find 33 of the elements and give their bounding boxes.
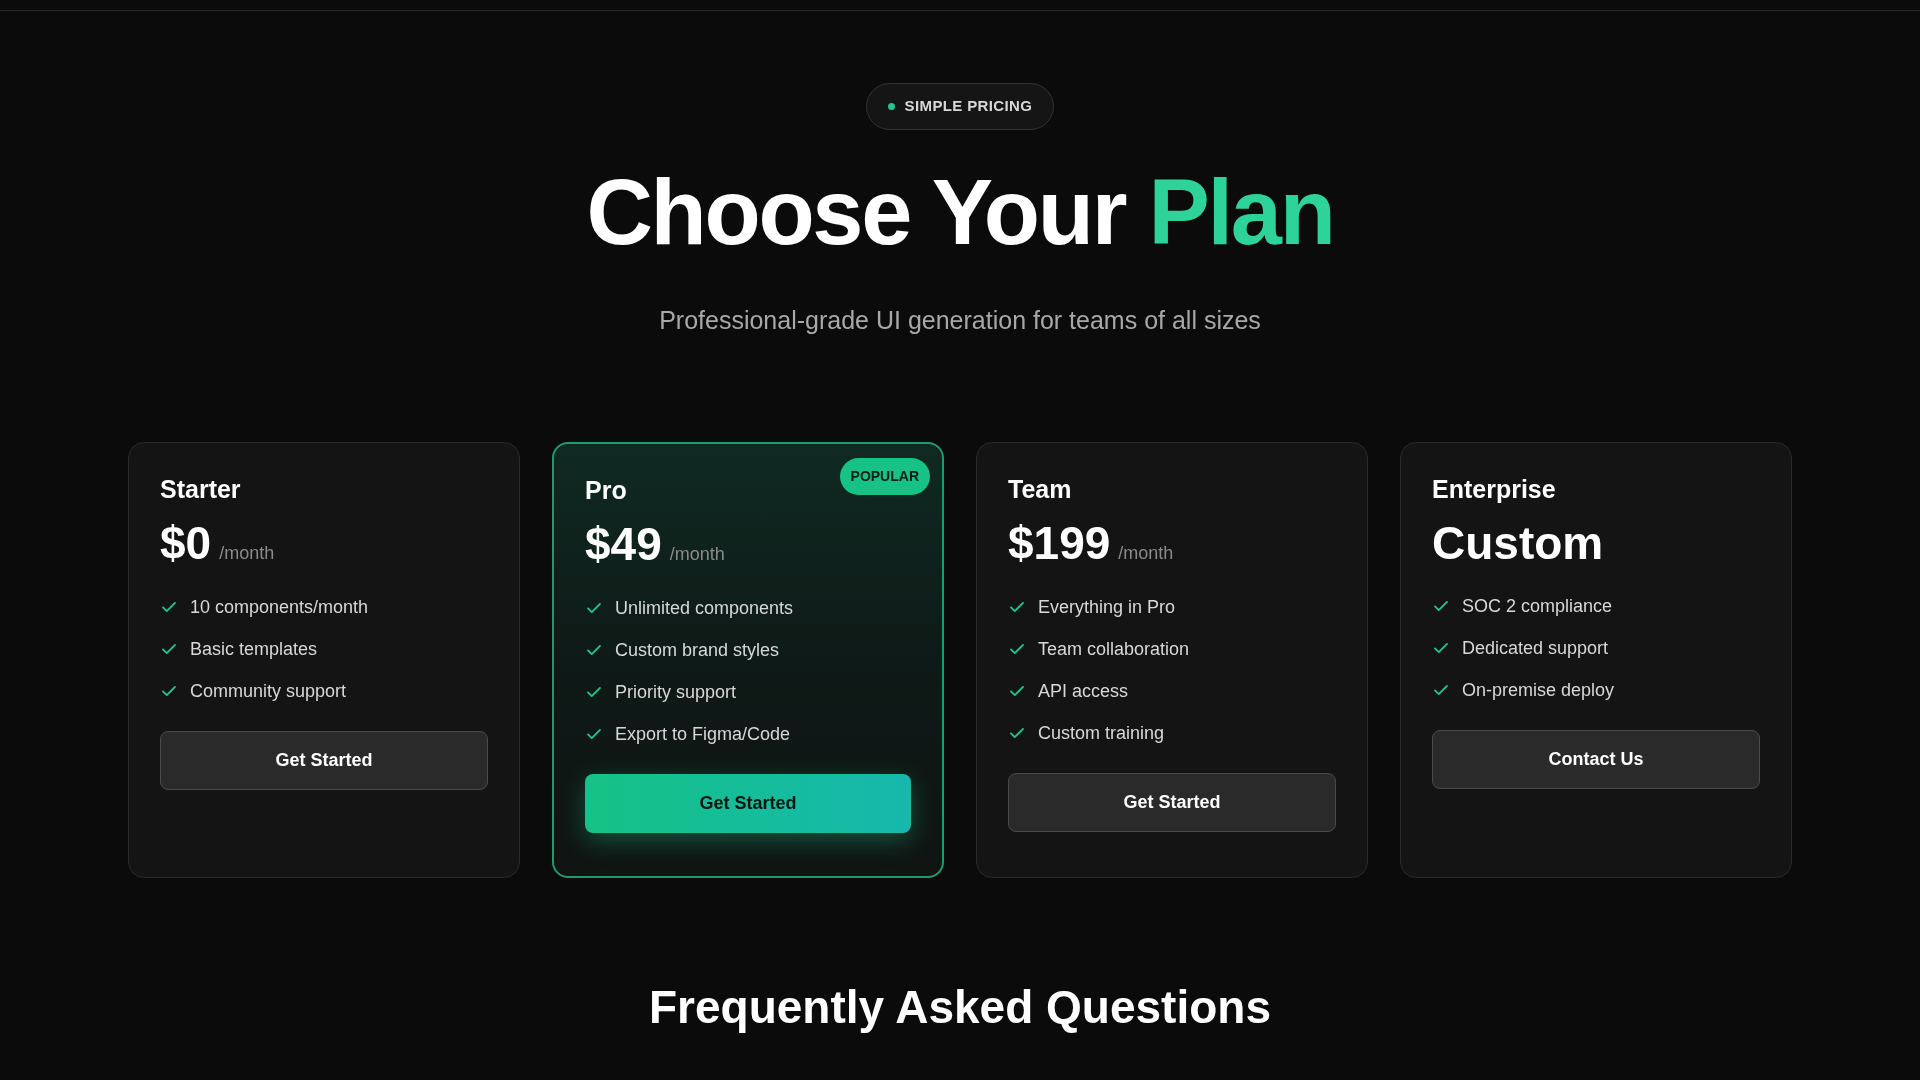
plan-name: Enterprise	[1432, 477, 1557, 502]
feature-text: Custom brand styles	[615, 639, 780, 662]
feature-text: Unlimited components	[615, 597, 794, 620]
get-started-button[interactable]: Get Started	[1008, 773, 1336, 832]
feature-text: Team collaboration	[1038, 638, 1190, 661]
plan-price: $49	[585, 521, 662, 567]
price-period: /month	[669, 543, 725, 566]
plan-name: Starter	[160, 477, 242, 502]
feature-text: Dedicated support	[1462, 637, 1609, 660]
feature-text: 10 components/month	[190, 596, 369, 619]
plan-price: Custom	[1432, 520, 1604, 566]
plan-price: $0	[160, 520, 212, 566]
plan-name: Team	[1008, 477, 1073, 502]
feature-text: Everything in Pro	[1038, 596, 1176, 619]
feature-text: Community support	[190, 680, 347, 703]
plan-price: $199	[1008, 520, 1111, 566]
feature-text: SOC 2 compliance	[1462, 595, 1613, 618]
badge-label: SIMPLE PRICING	[904, 96, 1033, 116]
get-started-button[interactable]: Get Started	[585, 774, 911, 833]
get-started-button[interactable]: Get Started	[160, 731, 488, 790]
feature-text: Basic templates	[190, 638, 318, 661]
feature-text: Export to Figma/Code	[615, 723, 791, 746]
page-heading: Choose Your Plan	[586, 165, 1334, 258]
popular-badge: POPULAR	[839, 458, 930, 495]
feature-text: Custom training	[1038, 722, 1165, 745]
price-period: /month	[1118, 542, 1174, 565]
feature-text: Priority support	[615, 681, 737, 704]
get-started-button[interactable]: Contact Us	[1432, 730, 1760, 789]
plan-name: Pro	[585, 478, 628, 503]
feature-text: On-premise deploy	[1462, 679, 1615, 702]
feature-text: API access	[1038, 680, 1129, 703]
price-period: /month	[219, 542, 275, 565]
subtitle: Professional-grade UI generation for teams of all sizes	[659, 304, 1261, 336]
